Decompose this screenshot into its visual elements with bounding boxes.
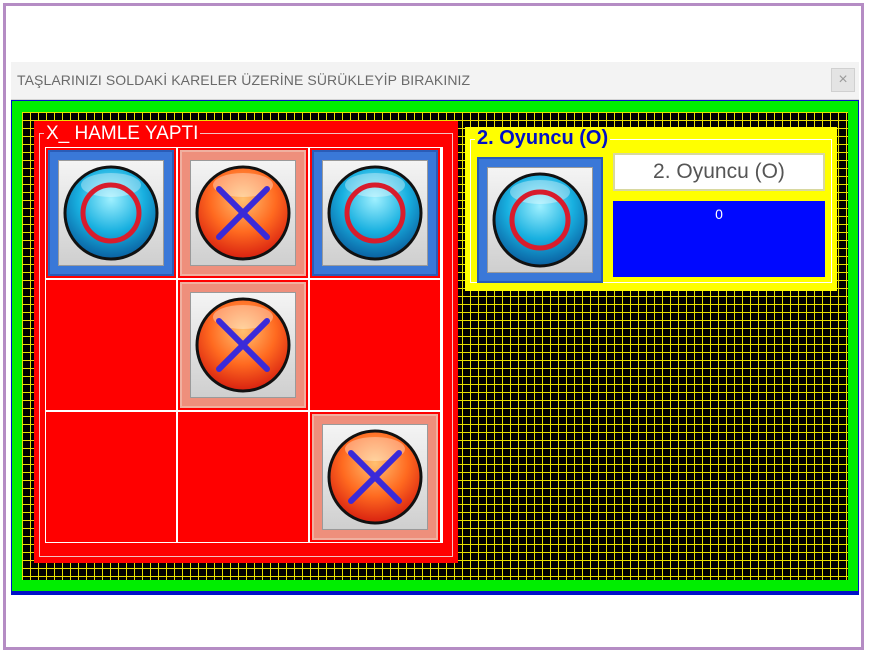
draggable-o-piece[interactable] bbox=[477, 157, 603, 283]
x-piece-icon bbox=[322, 424, 428, 530]
board-cell-2-0[interactable] bbox=[46, 412, 176, 542]
board-cell-1-1[interactable] bbox=[178, 280, 308, 410]
board-cell-2-2[interactable] bbox=[310, 412, 440, 542]
score-display: 0 bbox=[613, 201, 825, 277]
o-piece-icon bbox=[58, 160, 164, 266]
x-piece-icon bbox=[190, 160, 296, 266]
x-piece-icon bbox=[190, 292, 296, 398]
board-cell-0-2[interactable] bbox=[310, 148, 440, 278]
board-cell-1-0[interactable] bbox=[46, 280, 176, 410]
board-cell-0-1[interactable] bbox=[178, 148, 308, 278]
title-bar: TAŞLARINIZI SOLDAKİ KARELER ÜZERİNE SÜRÜ… bbox=[11, 62, 859, 100]
game-window: TAŞLARINIZI SOLDAKİ KARELER ÜZERİNE SÜRÜ… bbox=[11, 62, 859, 595]
board-cell-0-0[interactable] bbox=[46, 148, 176, 278]
player-name-field[interactable]: 2. Oyuncu (O) bbox=[613, 153, 825, 191]
game-area: X_ HAMLE YAPTI 2. Oyuncu (O) 2. Oyuncu (… bbox=[11, 100, 859, 595]
o-piece bbox=[312, 150, 438, 276]
o-piece-icon bbox=[322, 160, 428, 266]
board-panel: X_ HAMLE YAPTI bbox=[34, 121, 458, 563]
x-piece bbox=[180, 150, 306, 276]
x-piece bbox=[180, 282, 306, 408]
o-piece-icon bbox=[487, 167, 593, 273]
close-icon: × bbox=[838, 71, 848, 88]
x-piece bbox=[312, 414, 438, 540]
player-panel: 2. Oyuncu (O) 2. Oyuncu (O) 0 bbox=[465, 127, 837, 291]
o-piece bbox=[48, 150, 174, 276]
player-group-title: 2. Oyuncu (O) bbox=[475, 127, 611, 149]
window-title: TAŞLARINIZI SOLDAKİ KARELER ÜZERİNE SÜRÜ… bbox=[17, 72, 471, 88]
turn-status-label: X_ HAMLE YAPTI bbox=[44, 123, 201, 144]
close-button[interactable]: × bbox=[831, 68, 855, 92]
board-cell-2-1[interactable] bbox=[178, 412, 308, 542]
board-cell-1-2[interactable] bbox=[310, 280, 440, 410]
green-frame: X_ HAMLE YAPTI 2. Oyuncu (O) 2. Oyuncu (… bbox=[12, 101, 858, 591]
tic-tac-toe-board bbox=[45, 147, 443, 543]
